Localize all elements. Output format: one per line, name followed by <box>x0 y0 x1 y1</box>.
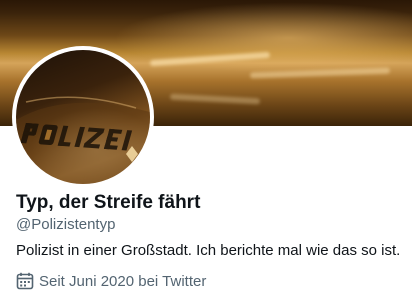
banner-light-streak <box>249 67 391 79</box>
banner-light-streak <box>169 93 261 105</box>
profile-name: Typ, der Streife fährt <box>16 192 201 213</box>
profile-bio: Polizist in einer Großstadt. Ich bericht… <box>16 242 401 259</box>
profile-handle: @Polizistentyp <box>16 216 116 233</box>
avatar-photo <box>16 96 150 184</box>
banner-light-streak <box>149 51 271 67</box>
profile-avatar[interactable] <box>12 46 154 188</box>
joined-date-text: Seit Juni 2020 bei Twitter <box>39 272 207 290</box>
profile-page: Typ, der Streife fährt @Polizistentyp Po… <box>0 0 412 294</box>
joined-date: Seit Juni 2020 bei Twitter <box>16 272 206 290</box>
calendar-icon <box>16 272 34 290</box>
